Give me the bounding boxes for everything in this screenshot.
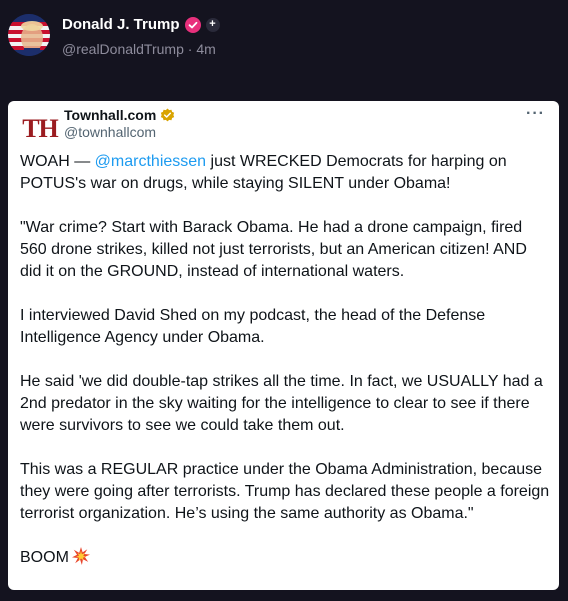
quoted-post-text: WOAH — @marcthiessen just WRECKED Democr… bbox=[20, 151, 550, 590]
verified-gold-badge-icon bbox=[161, 107, 175, 121]
avatar[interactable] bbox=[8, 14, 50, 56]
author-name[interactable]: Donald J. Trump bbox=[62, 16, 180, 33]
paragraph-6: BOOM bbox=[20, 547, 550, 569]
collision-icon bbox=[71, 547, 90, 565]
paragraph-3: I interviewed David Shed on my podcast, … bbox=[20, 307, 486, 346]
verified-badge-icon bbox=[184, 16, 201, 33]
quoted-author-row: Townhall.com bbox=[64, 107, 175, 123]
paragraph-5: This was a REGULAR practice under the Ob… bbox=[20, 461, 550, 522]
post-time[interactable]: 4m bbox=[196, 41, 215, 57]
meta-separator: · bbox=[187, 41, 193, 57]
author-handle[interactable]: @realDonaldTrump bbox=[62, 41, 184, 57]
quoted-author-name[interactable]: Townhall.com bbox=[64, 107, 156, 123]
post-meta: @realDonaldTrump · 4m bbox=[62, 41, 216, 57]
post-header: Donald J. Trump + @realDonaldTrump · 4m bbox=[0, 0, 568, 90]
paragraph-1: WOAH — @marcthiessen just WRECKED Democr… bbox=[20, 153, 507, 192]
townhall-logo[interactable]: TH bbox=[22, 111, 59, 147]
more-options-icon[interactable]: ··· bbox=[526, 105, 545, 123]
quoted-post-card[interactable]: TH Townhall.com @townhallcom ··· WOAH — … bbox=[8, 101, 559, 590]
flag-avatar-image bbox=[8, 14, 50, 56]
plus-icon[interactable]: + bbox=[205, 17, 220, 32]
quoted-author-handle[interactable]: @townhallcom bbox=[64, 124, 156, 140]
mention-link[interactable]: @marcthiessen bbox=[95, 153, 206, 170]
author-name-row: Donald J. Trump + bbox=[62, 16, 220, 33]
paragraph-2: "War crime? Start with Barack Obama. He … bbox=[20, 219, 527, 280]
paragraph-4: He said 'we did double-tap strikes all t… bbox=[20, 373, 543, 434]
